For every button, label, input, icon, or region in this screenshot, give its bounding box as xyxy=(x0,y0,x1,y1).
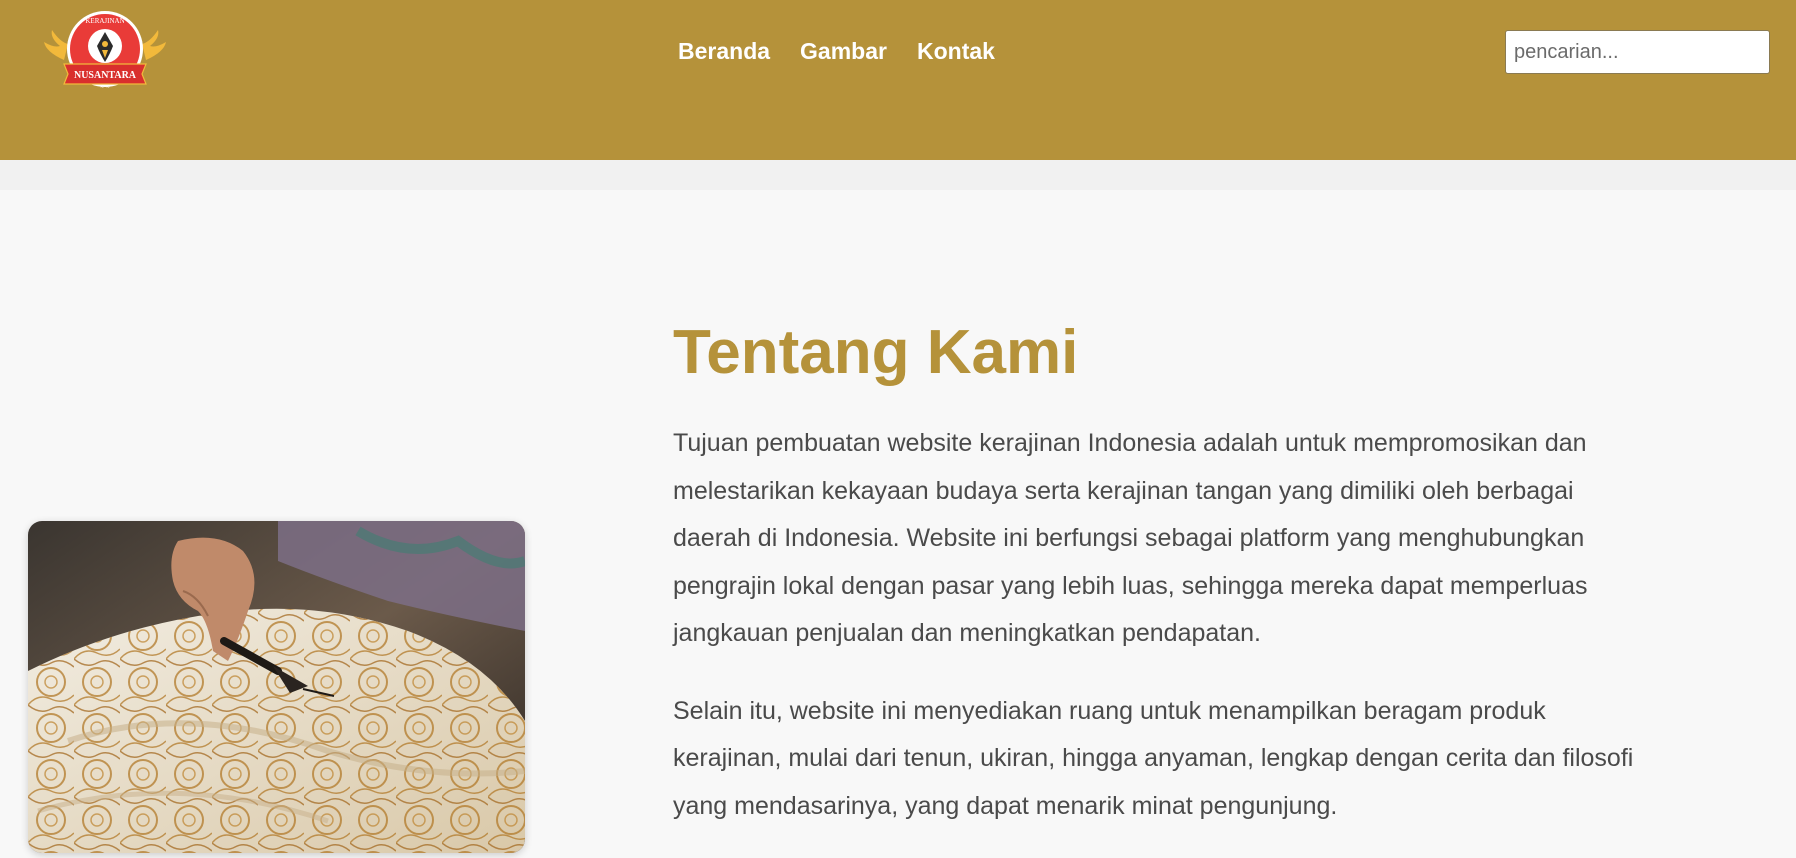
main-nav: Beranda Gambar Kontak xyxy=(678,38,995,65)
logo-top-text: KERAJINAN xyxy=(85,17,124,25)
svg-text:~ ~: ~ ~ xyxy=(100,85,110,91)
about-title: Tentang Kami xyxy=(673,318,1079,387)
about-paragraph-2: Selain itu, website ini menyediakan ruan… xyxy=(673,696,1634,820)
logo-banner-text: NUSANTARA xyxy=(74,70,137,81)
batik-image-icon xyxy=(28,521,525,853)
nav-link-kontak[interactable]: Kontak xyxy=(917,38,995,65)
about-paragraph-1: Tujuan pembuatan website kerajinan Indon… xyxy=(673,429,1588,647)
batik-photo xyxy=(28,521,525,853)
nav-link-gambar[interactable]: Gambar xyxy=(800,38,887,65)
nusantara-logo-icon: KERAJINAN NUSANTARA ~ ~ xyxy=(44,11,166,91)
header-divider-band xyxy=(0,160,1796,190)
nav-link-beranda[interactable]: Beranda xyxy=(678,38,770,65)
search-input[interactable] xyxy=(1505,30,1770,74)
site-logo[interactable]: KERAJINAN NUSANTARA ~ ~ xyxy=(42,8,168,92)
about-section: Tentang Kami Tujuan pembuatan website ke… xyxy=(673,322,1673,858)
site-header: KERAJINAN NUSANTARA ~ ~ Beranda Gambar K… xyxy=(0,0,1796,160)
